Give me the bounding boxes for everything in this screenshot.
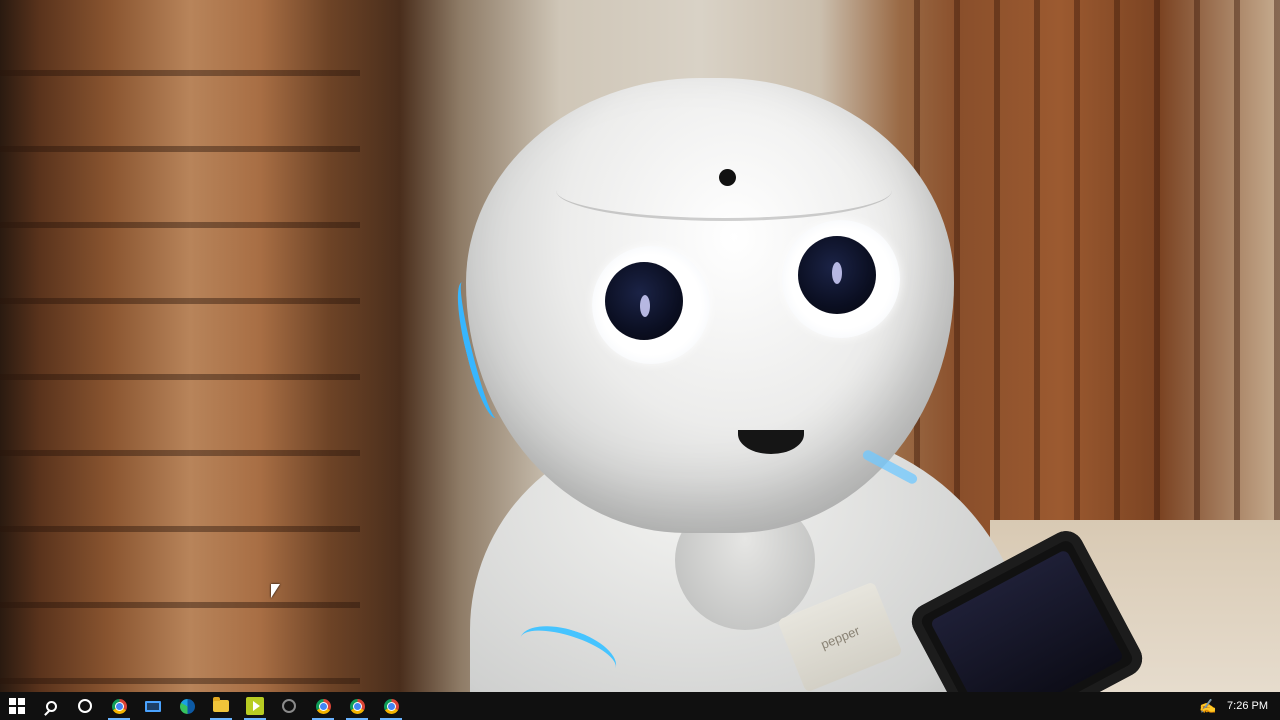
clock-icon: [282, 699, 296, 713]
robot-right-eye-glint: [832, 262, 842, 284]
robot-left-eye-glint: [640, 295, 650, 317]
robot-head-sensor: [719, 169, 736, 186]
taskbar-edge[interactable]: [170, 692, 204, 720]
chrome-icon: [383, 698, 399, 714]
monitor-icon: [145, 700, 161, 712]
taskbar-chrome-4[interactable]: [374, 692, 408, 720]
system-tray: ✍ 7:26 PM: [1193, 692, 1280, 720]
media-play-icon: [246, 697, 264, 715]
windows-logo-icon: [9, 698, 25, 714]
taskbar: ✍ 7:26 PM: [0, 692, 1280, 720]
taskbar-monitor-app[interactable]: [136, 692, 170, 720]
taskbar-clock-app[interactable]: [272, 692, 306, 720]
taskbar-file-explorer[interactable]: [204, 692, 238, 720]
taskbar-media-player[interactable]: [238, 692, 272, 720]
mouse-cursor: [271, 584, 280, 598]
desktop-wallpaper: pepper: [0, 0, 1280, 692]
taskbar-clock[interactable]: 7:26 PM: [1223, 700, 1280, 712]
pen-workspace-icon[interactable]: ✍: [1193, 698, 1223, 715]
taskbar-chrome-1[interactable]: [102, 692, 136, 720]
chrome-icon: [349, 698, 365, 714]
taskbar-chrome-3[interactable]: [340, 692, 374, 720]
cortana-circle-icon: [78, 699, 92, 713]
edge-icon: [179, 698, 195, 714]
chrome-icon: [315, 698, 331, 714]
chrome-icon: [111, 698, 127, 714]
task-view-button[interactable]: [68, 692, 102, 720]
search-icon: [45, 700, 57, 712]
brick-wall: [0, 0, 360, 692]
search-button[interactable]: [34, 692, 68, 720]
folder-icon: [213, 697, 229, 712]
taskbar-chrome-2[interactable]: [306, 692, 340, 720]
start-button[interactable]: [0, 692, 34, 720]
